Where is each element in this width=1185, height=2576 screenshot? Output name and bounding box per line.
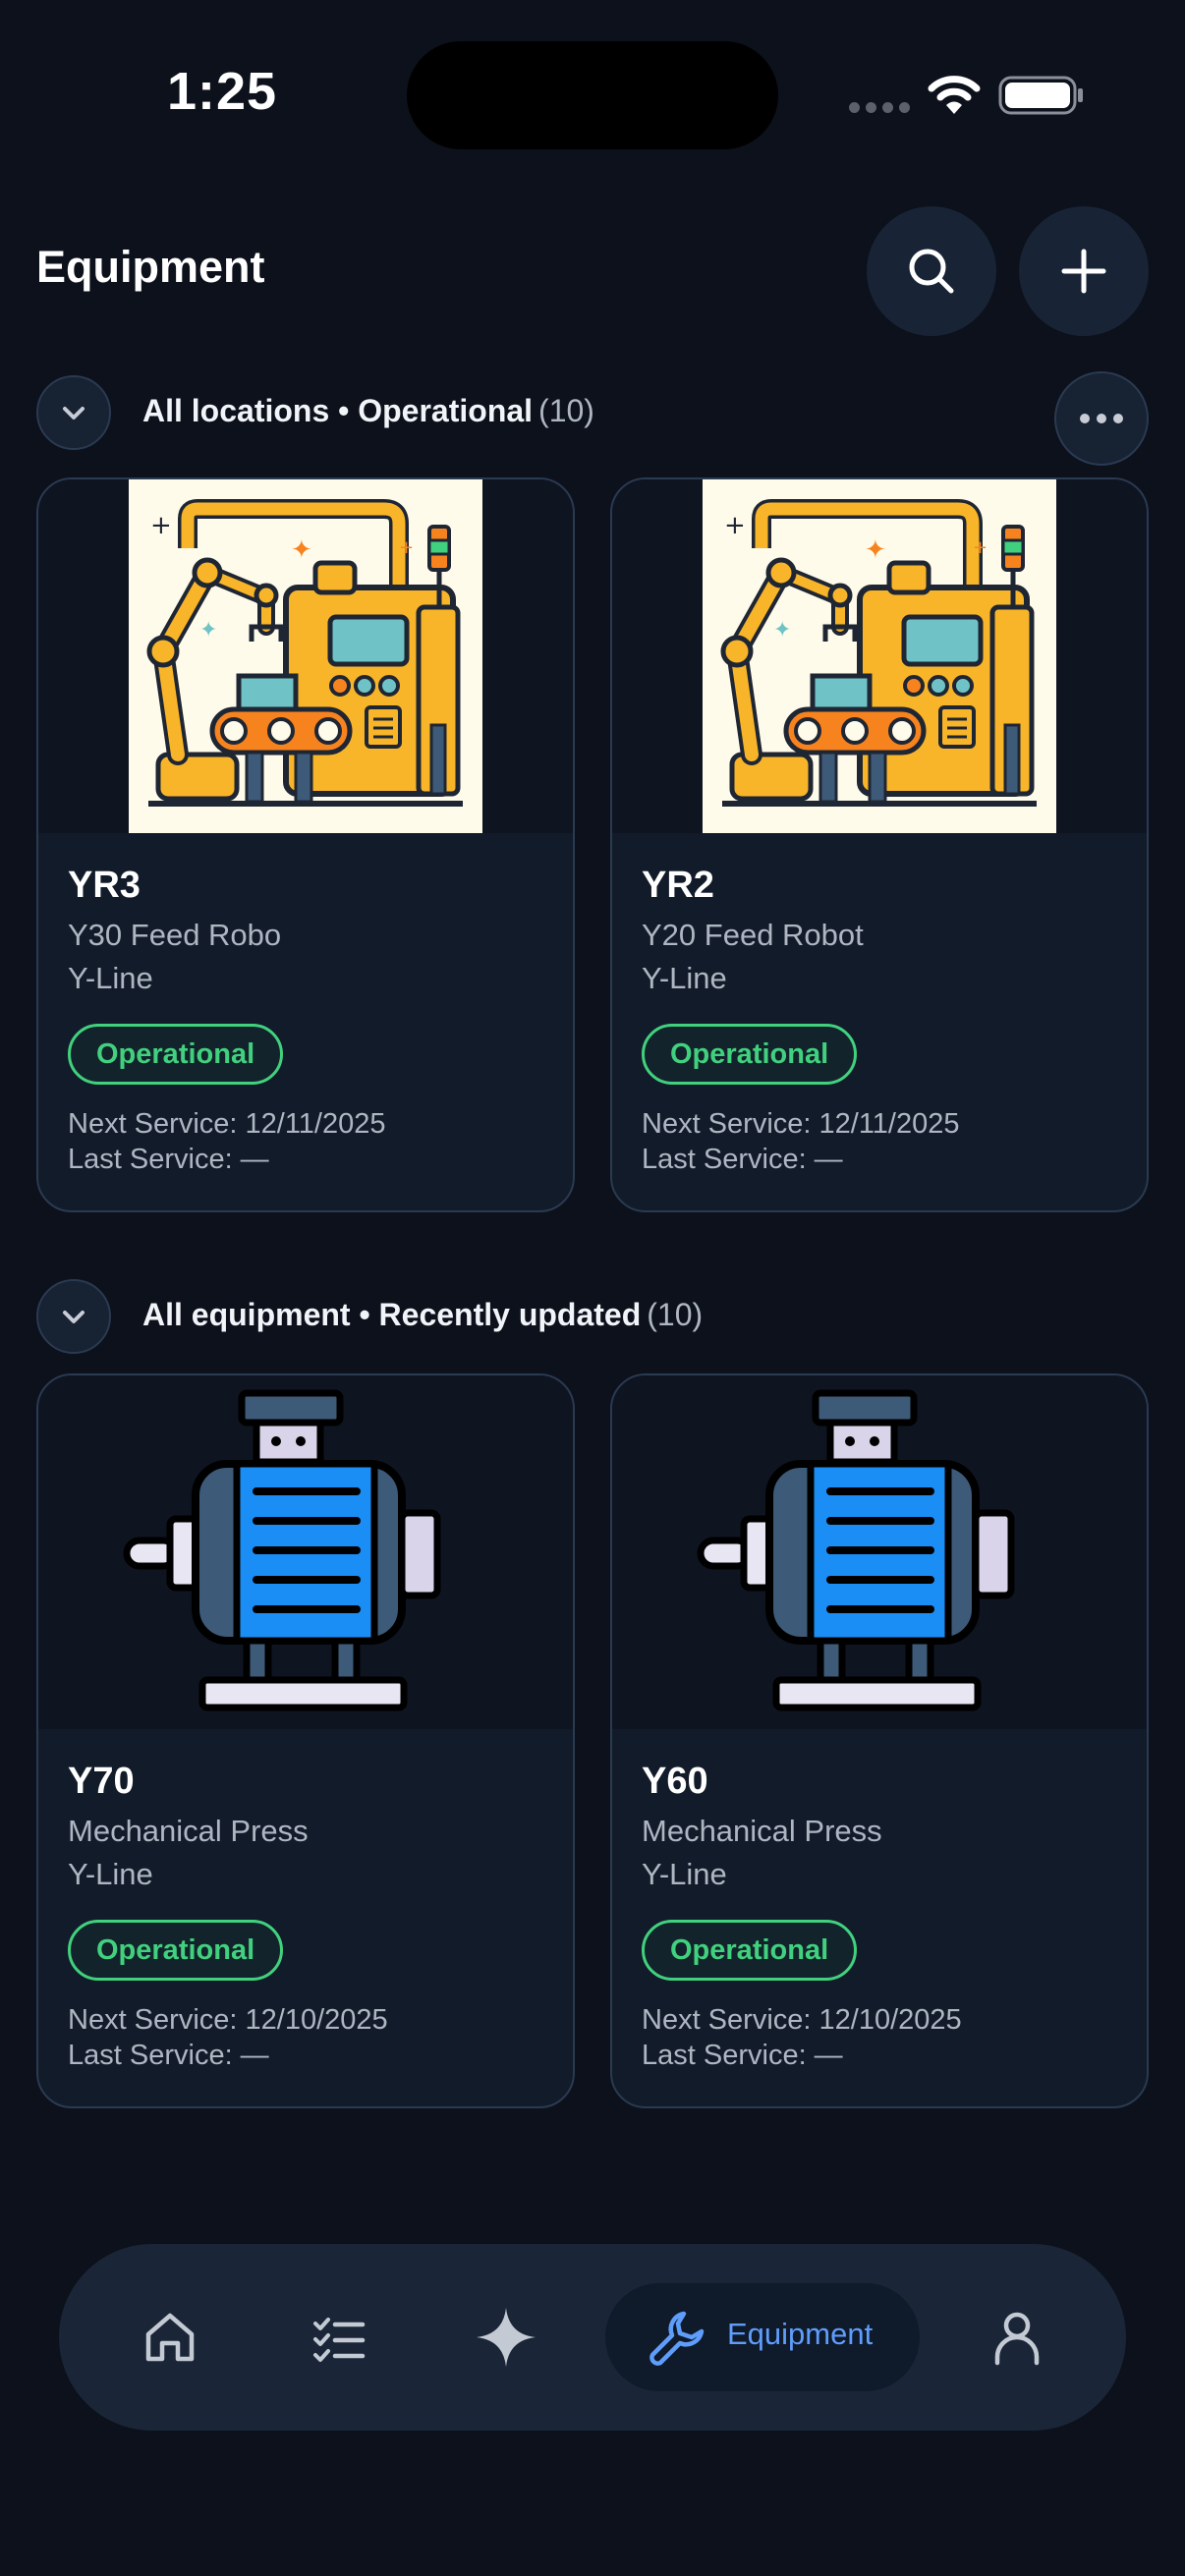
plus-icon [1061,249,1106,294]
electric-motor-icon [123,1389,441,1711]
status-time: 1:25 [167,62,278,121]
electric-motor-icon [697,1389,1015,1711]
equipment-name: Y20 Feed Robot [642,918,864,952]
chevron-down-icon [63,407,85,420]
status-badge: Operational [68,1920,284,1981]
svg-text:✦: ✦ [773,618,791,643]
tab-ai-assistant[interactable] [452,2283,560,2391]
collapse-section-button[interactable] [36,1279,111,1354]
search-icon [909,249,954,294]
equipment-line: Y-Line [642,1857,727,1891]
profile-icon [994,2312,1040,2366]
more-options-button[interactable] [1054,371,1149,466]
equipment-id: Y60 [642,1761,708,1802]
dynamic-island [407,41,778,149]
equipment-card[interactable]: Y60 Mechanical Press Y-Line Operational … [610,1373,1149,2108]
svg-text:+: + [150,511,172,540]
add-equipment-button[interactable] [1019,206,1149,336]
wifi-icon [928,76,981,114]
tab-tasks[interactable] [285,2283,393,2391]
section-header-recent: All equipment • Recently updated (10) [36,1279,1149,1358]
svg-text:+: + [724,511,746,540]
equipment-image [38,1375,573,1729]
checklist-icon [313,2318,366,2362]
search-button[interactable] [867,206,996,336]
last-service-date: Last Service: — [642,1144,843,1175]
equipment-line: Y-Line [68,1857,153,1891]
next-service-date: Next Service: 12/10/2025 [642,2004,962,2036]
last-service-date: Last Service: — [68,1144,269,1175]
section-title[interactable]: All locations • Operational (10) [142,393,594,429]
page-title: Equipment [36,242,265,292]
equipment-image: + ✦ ✦ + [38,479,573,833]
next-service-date: Next Service: 12/10/2025 [68,2004,388,2036]
tab-home[interactable] [116,2283,224,2391]
last-service-date: Last Service: — [68,2040,269,2071]
svg-text:✦: ✦ [865,535,886,565]
robot-arm-icon: + ✦ ✦ + [129,479,482,833]
cellular-signal-icon [849,102,910,113]
svg-text:+: + [973,537,988,558]
collapse-section-button[interactable] [36,375,111,450]
chevron-down-icon [63,1311,85,1323]
equipment-image [612,1375,1147,1729]
equipment-name: Mechanical Press [68,1814,309,1848]
equipment-id: Y70 [68,1761,135,1802]
section-count: (10) [647,1297,704,1332]
battery-icon [998,76,1083,115]
sparkle-icon [477,2308,536,2367]
status-badge: Operational [642,1024,858,1085]
section-title[interactable]: All equipment • Recently updated (10) [142,1297,703,1333]
equipment-image: + ✦ ✦ + [612,479,1147,833]
equipment-id: YR2 [642,865,714,906]
equipment-card[interactable]: + ✦ ✦ + YR3 Y30 Feed Robo Y-Line Operati… [36,477,575,1212]
tab-equipment-label: Equipment [727,2317,874,2351]
section-count: (10) [538,393,594,428]
tab-profile[interactable] [963,2283,1071,2391]
wrench-icon [649,2311,705,2366]
bottom-tab-bar: Equipment [59,2244,1126,2431]
svg-text:+: + [399,537,414,558]
next-service-date: Next Service: 12/11/2025 [68,1108,386,1140]
tab-equipment[interactable]: Equipment [605,2283,920,2391]
equipment-line: Y-Line [68,961,153,995]
robot-arm-icon: + ✦ ✦ + [703,479,1056,833]
status-bar: 1:25 [0,0,1185,187]
svg-text:✦: ✦ [199,618,217,643]
equipment-name: Mechanical Press [642,1814,882,1848]
status-badge: Operational [642,1920,858,1981]
equipment-line: Y-Line [642,961,727,995]
section-header-operational: All locations • Operational (10) [36,371,1149,466]
svg-text:✦: ✦ [291,535,312,565]
equipment-id: YR3 [68,865,141,906]
home-icon [145,2313,195,2362]
ellipsis-icon [1080,414,1123,423]
last-service-date: Last Service: — [642,2040,843,2071]
status-badge: Operational [68,1024,284,1085]
equipment-card[interactable]: + ✦ ✦ + YR2 Y20 Feed Robot Y-Line Operat… [610,477,1149,1212]
equipment-card[interactable]: Y70 Mechanical Press Y-Line Operational … [36,1373,575,2108]
next-service-date: Next Service: 12/11/2025 [642,1108,960,1140]
equipment-name: Y30 Feed Robo [68,918,282,952]
